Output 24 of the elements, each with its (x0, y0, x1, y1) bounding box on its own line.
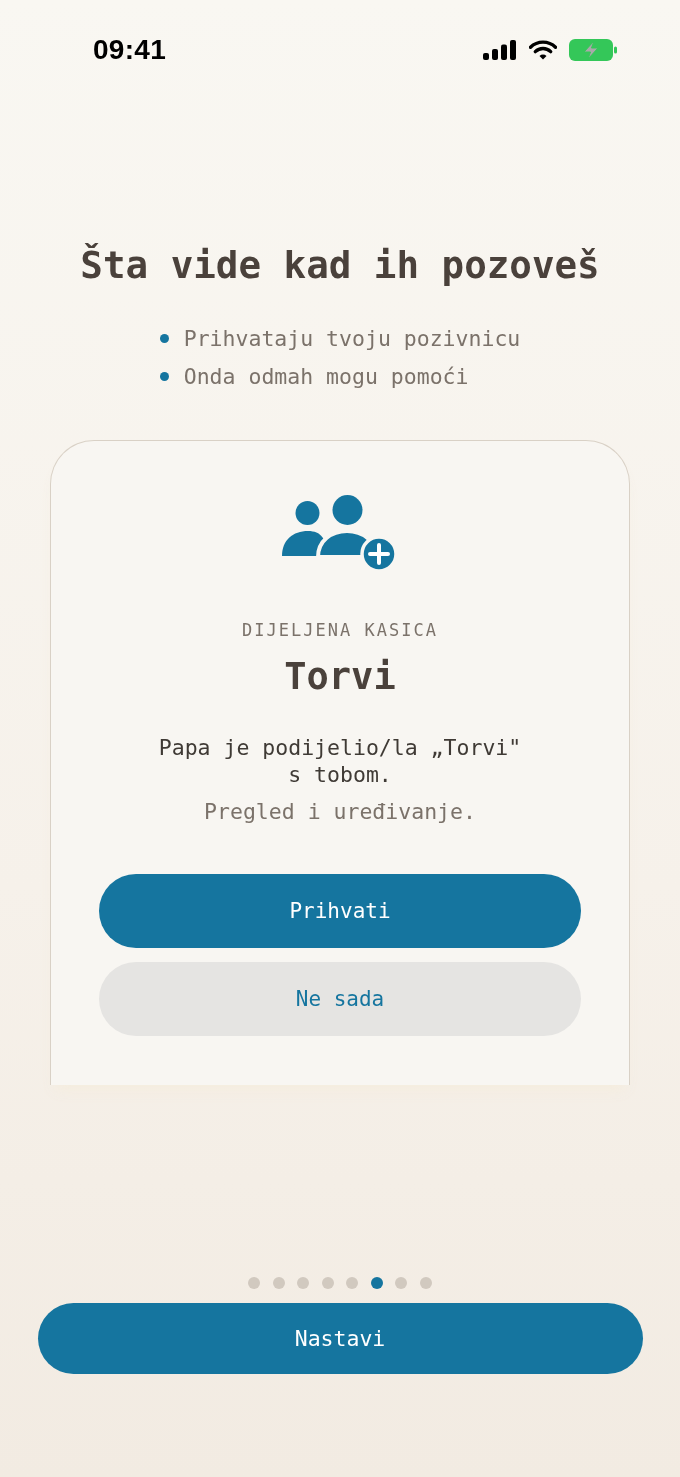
status-time: 09:41 (93, 34, 167, 66)
bullet-text: Prihvataju tvoju pozivnicu (183, 325, 521, 351)
jar-name: Torvi (284, 655, 396, 699)
invite-message: Papa je podijelio/la „Torvi" s tobom. (157, 734, 523, 788)
active-page-dot-icon[interactable] (370, 1277, 383, 1289)
page-dot-icon[interactable] (420, 1277, 433, 1289)
permission-note: Pregled i uređivanje. (204, 798, 476, 826)
page-dot-icon[interactable] (297, 1277, 310, 1289)
page-dot-icon[interactable] (321, 1277, 334, 1289)
page-dot-icon[interactable] (346, 1277, 359, 1289)
accept-button[interactable]: Prihvati (99, 874, 581, 948)
wifi-icon (529, 40, 557, 60)
bullet-text: Onda odmah mogu pomoći (183, 363, 469, 389)
decline-button[interactable]: Ne sada (99, 962, 581, 1036)
page-dot-icon[interactable] (272, 1277, 285, 1289)
page-dot-icon[interactable] (247, 1277, 260, 1289)
screen-title: Šta vide kad ih pozoveš (80, 242, 600, 288)
bullet-dot-icon (159, 371, 169, 381)
card-eyebrow: DIJELJENA KASICA (242, 619, 438, 642)
continue-button[interactable]: Nastavi (37, 1303, 643, 1374)
signal-icon (483, 40, 517, 60)
battery-charging-icon (569, 39, 617, 61)
bullet-dot-icon (159, 333, 169, 343)
page-dot-icon[interactable] (395, 1277, 408, 1289)
